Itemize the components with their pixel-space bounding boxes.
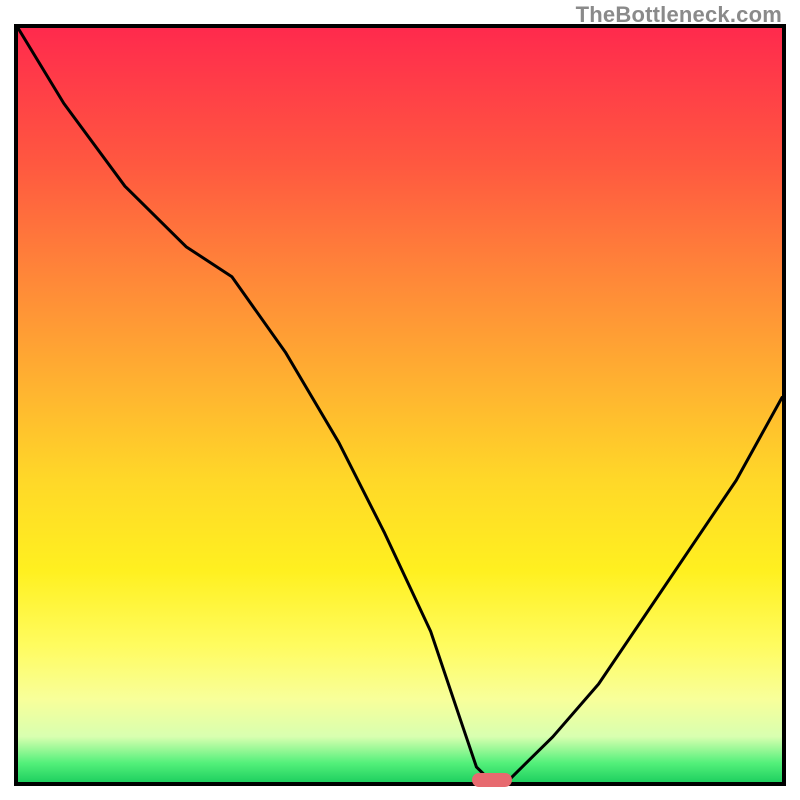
plot-area <box>14 24 786 786</box>
optimum-marker <box>472 773 512 787</box>
watermark-text: TheBottleneck.com <box>576 2 782 28</box>
chart-container: TheBottleneck.com <box>0 0 800 800</box>
bottleneck-curve <box>18 28 782 782</box>
